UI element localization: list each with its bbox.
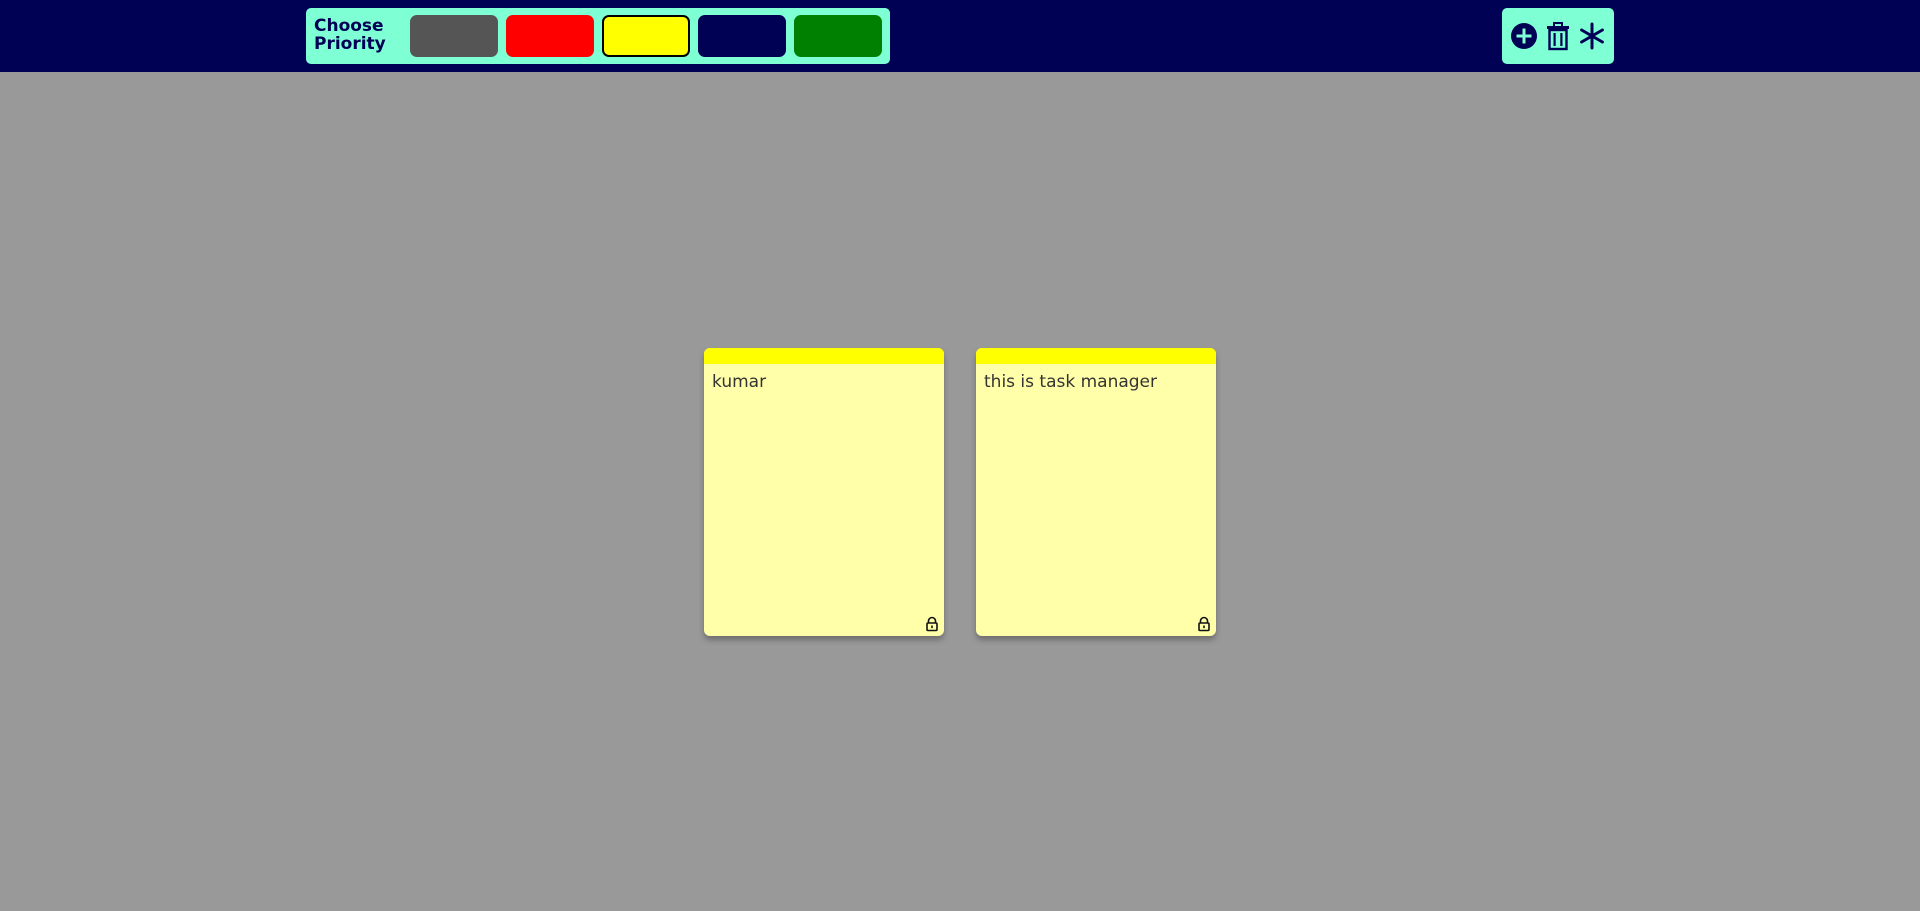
priority-swatch-gray[interactable] [410, 15, 498, 57]
ticket-text[interactable]: this is task manager [984, 372, 1208, 392]
lock-icon[interactable] [924, 616, 940, 632]
priority-swatch-navy[interactable] [698, 15, 786, 57]
ticket-card[interactable]: kumar [704, 348, 944, 636]
priority-swatch-red[interactable] [506, 15, 594, 57]
top-navbar: Choose Priority [0, 0, 1920, 72]
ticket-priority-bar [704, 348, 944, 364]
ticket-text[interactable]: kumar [712, 372, 936, 392]
trash-icon[interactable] [1542, 20, 1574, 52]
priority-label: Choose Priority [314, 16, 386, 54]
priority-swatch-yellow[interactable] [602, 15, 690, 57]
actions-panel [1502, 8, 1614, 64]
priority-panel: Choose Priority [306, 8, 890, 64]
ticket-priority-bar [976, 348, 1216, 364]
asterisk-icon[interactable] [1576, 20, 1608, 52]
ticket-card[interactable]: this is task manager [976, 348, 1216, 636]
priority-swatch-green[interactable] [794, 15, 882, 57]
lock-icon[interactable] [1196, 616, 1212, 632]
add-circle-icon[interactable] [1508, 20, 1540, 52]
